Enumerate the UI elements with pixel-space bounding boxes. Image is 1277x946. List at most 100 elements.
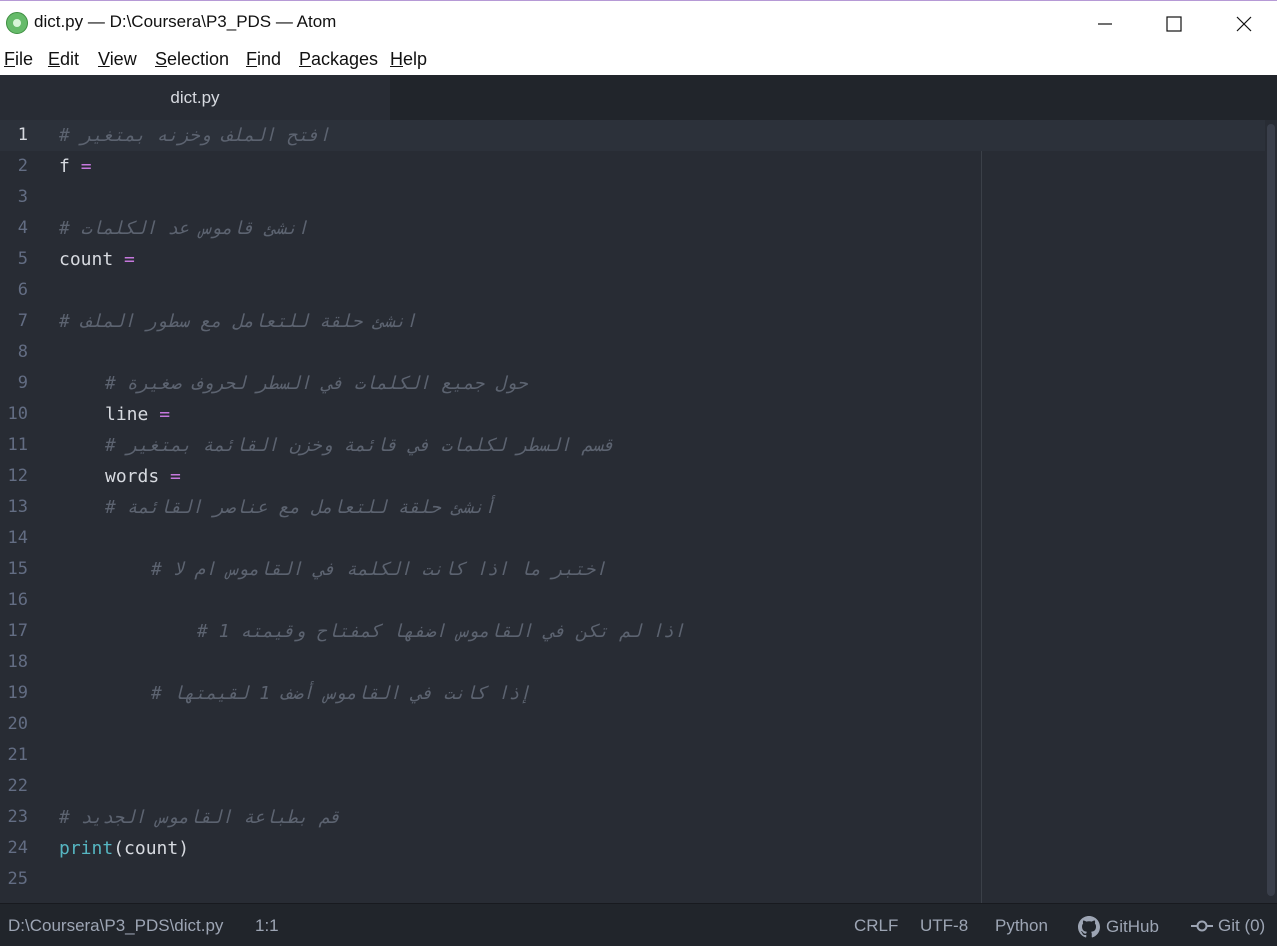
menu-help[interactable]: Help xyxy=(390,49,427,70)
code-line[interactable]: 17 # اذا لم تكن في القاموس اضفها كمفتاح و… xyxy=(0,616,1265,647)
line-number[interactable]: 12 xyxy=(0,461,28,492)
git-label: Git (0) xyxy=(1218,916,1266,935)
code-editor[interactable]: 1 # افتح الملف وخزنه بمتغير 2 f = 3 4 # انشئ ق… xyxy=(0,120,1277,903)
code-line[interactable]: 12 words = xyxy=(0,461,1265,492)
code-token-comment: # إذا كانت في القاموس أضف 1 لقيمتها xyxy=(151,683,531,704)
line-number[interactable]: 9 xyxy=(0,368,28,399)
menu-bar: File Edit View Selection Find Packages H… xyxy=(0,45,1277,75)
code-line[interactable]: 8 xyxy=(0,337,1265,368)
code-token-var: (count) xyxy=(113,838,190,859)
minimize-button[interactable] xyxy=(1070,1,1140,46)
code-line[interactable]: 1 # افتح الملف وخزنه بمتغير xyxy=(0,120,1265,151)
code-line[interactable]: 10 line = xyxy=(0,399,1265,430)
code-text: # حول جميع الكلمات في السطر لحروف صغيرة xyxy=(105,368,528,399)
line-number[interactable]: 6 xyxy=(0,275,28,306)
close-button[interactable] xyxy=(1209,1,1277,46)
code-text: count = xyxy=(59,244,135,275)
code-line[interactable]: 5 count = xyxy=(0,244,1265,275)
close-icon xyxy=(1236,16,1252,31)
line-number[interactable]: 22 xyxy=(0,771,28,802)
code-line[interactable]: 7 # انشئ حلقة للتعامل مع سطور الملف xyxy=(0,306,1265,337)
line-ending[interactable]: CRLF xyxy=(854,916,898,936)
line-number[interactable]: 17 xyxy=(0,616,28,647)
code-line[interactable]: 2 f = xyxy=(0,151,1265,182)
code-token-comment: # افتح الملف وخزنه بمتغير xyxy=(59,125,330,146)
code-line[interactable]: 21 xyxy=(0,740,1265,771)
line-number[interactable]: 15 xyxy=(0,554,28,585)
line-number[interactable]: 24 xyxy=(0,833,28,864)
code-token-comment: # أنشئ حلقة للتعامل مع عناصر القائمة xyxy=(105,497,496,518)
file-path[interactable]: D:\Coursera\P3_PDS\dict.py xyxy=(8,916,223,936)
code-line[interactable]: 4 # انشئ قاموس عد الكلمات xyxy=(0,213,1265,244)
cursor-position[interactable]: 1:1 xyxy=(255,916,279,936)
grammar-selector[interactable]: Python xyxy=(995,916,1048,936)
code-line[interactable]: 18 xyxy=(0,647,1265,678)
menu-find[interactable]: Find xyxy=(246,49,281,70)
code-line[interactable]: 3 xyxy=(0,182,1265,213)
line-number[interactable]: 14 xyxy=(0,523,28,554)
line-number[interactable]: 18 xyxy=(0,647,28,678)
code-token-comment: # اذا لم تكن في القاموس اضفها كمفتاح وقي… xyxy=(197,621,685,642)
line-number[interactable]: 1 xyxy=(0,120,28,151)
code-token-op: = xyxy=(170,466,181,487)
vertical-scrollbar[interactable] xyxy=(1267,124,1275,896)
line-number[interactable]: 16 xyxy=(0,585,28,616)
line-number[interactable]: 8 xyxy=(0,337,28,368)
code-line[interactable]: 23 # قم بطباعة القاموس الجديد xyxy=(0,802,1265,833)
code-token-op: = xyxy=(80,156,92,177)
line-number[interactable]: 2 xyxy=(0,151,28,182)
file-encoding[interactable]: UTF-8 xyxy=(920,916,968,936)
line-number[interactable]: 23 xyxy=(0,802,28,833)
code-line[interactable]: 24 print(count) xyxy=(0,833,1265,864)
code-line[interactable]: 19 # إذا كانت في القاموس أضف 1 لقيمتها xyxy=(0,678,1265,709)
menu-file[interactable]: File xyxy=(4,49,33,70)
code-token-comment: # انشئ حلقة للتعامل مع سطور الملف xyxy=(59,311,417,332)
code-line[interactable]: 9 # حول جميع الكلمات في السطر لحروف صغيرة xyxy=(0,368,1265,399)
code-line[interactable]: 22 xyxy=(0,771,1265,802)
atom-logo-icon xyxy=(6,12,28,34)
code-text: # اذا لم تكن في القاموس اضفها كمفتاح وقي… xyxy=(197,616,685,647)
code-text: # انشئ حلقة للتعامل مع سطور الملف xyxy=(59,306,417,337)
code-line[interactable]: 25 xyxy=(0,864,1265,895)
code-line[interactable]: 6 xyxy=(0,275,1265,306)
line-number[interactable]: 11 xyxy=(0,430,28,461)
code-line[interactable]: 14 xyxy=(0,523,1265,554)
line-number[interactable]: 13 xyxy=(0,492,28,523)
git-button[interactable]: Git (0) xyxy=(1191,916,1265,936)
line-number[interactable]: 4 xyxy=(0,213,28,244)
menu-edit[interactable]: Edit xyxy=(48,49,79,70)
code-line[interactable]: 11 # قسم السطر لكلمات في قائمة وخزن القائ… xyxy=(0,430,1265,461)
code-line[interactable]: 16 xyxy=(0,585,1265,616)
code-token-comment: # قم بطباعة القاموس الجديد xyxy=(59,807,341,828)
line-number[interactable]: 19 xyxy=(0,678,28,709)
code-text: # قسم السطر لكلمات في قائمة وخزن القائمة… xyxy=(105,430,614,461)
github-button[interactable]: GitHub xyxy=(1078,916,1159,938)
line-number[interactable]: 7 xyxy=(0,306,28,337)
line-number[interactable]: 10 xyxy=(0,399,28,430)
maximize-button[interactable] xyxy=(1139,1,1209,46)
line-number[interactable]: 21 xyxy=(0,740,28,771)
code-token-comment: # قسم السطر لكلمات في قائمة وخزن القائمة… xyxy=(105,435,615,456)
code-text: # أنشئ حلقة للتعامل مع عناصر القائمة xyxy=(105,492,495,523)
line-number[interactable]: 20 xyxy=(0,709,28,740)
code-text: words = xyxy=(105,461,181,492)
line-number[interactable]: 25 xyxy=(0,864,28,895)
tab-bar: dict.py xyxy=(0,75,1277,120)
code-token-op: = xyxy=(124,249,135,270)
code-text: f = xyxy=(59,151,92,182)
line-number[interactable]: 3 xyxy=(0,182,28,213)
menu-packages[interactable]: Packages xyxy=(299,49,378,70)
menu-selection[interactable]: Selection xyxy=(155,49,229,70)
code-line[interactable]: 15 # اختبر ما اذا كانت الكلمة في القاموس … xyxy=(0,554,1265,585)
code-token-fn: print xyxy=(59,838,114,859)
code-token-comment: # اختبر ما اذا كانت الكلمة في القاموس ام… xyxy=(151,559,607,580)
menu-view[interactable]: View xyxy=(98,49,137,70)
code-line[interactable]: 20 xyxy=(0,709,1265,740)
code-token-comment: # انشئ قاموس عد الكلمات xyxy=(59,218,309,239)
code-text: # افتح الملف وخزنه بمتغير xyxy=(59,120,330,151)
code-text: # انشئ قاموس عد الكلمات xyxy=(59,213,308,244)
code-line[interactable]: 13 # أنشئ حلقة للتعامل مع عناصر القائمة xyxy=(0,492,1265,523)
tab-dict-py[interactable]: dict.py xyxy=(0,75,390,120)
line-number[interactable]: 5 xyxy=(0,244,28,275)
maximize-icon xyxy=(1166,15,1182,32)
